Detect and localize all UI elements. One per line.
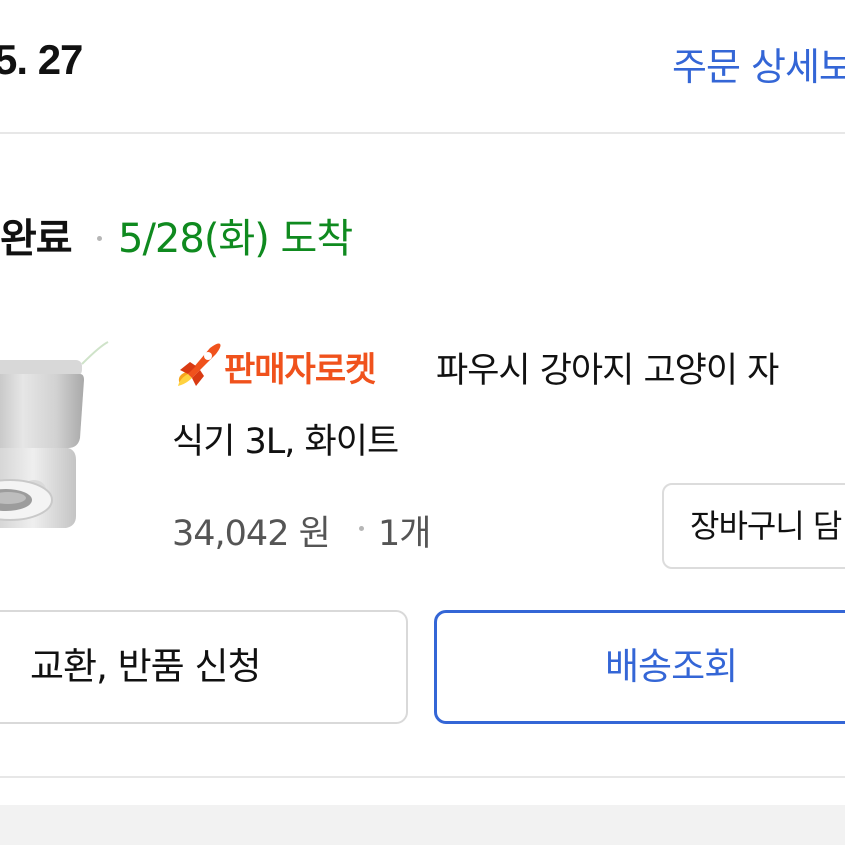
order-card: 5. 27 주문 상세보 완료 5/28(화) 도착 판매자로켓 파우시 강아지… [0, 0, 845, 805]
rocket-badge-label: 판매자로켓 [224, 350, 376, 390]
order-header: 5. 27 주문 상세보 [0, 0, 845, 132]
order-detail-link[interactable]: 주문 상세보 [672, 36, 845, 91]
arrival-date: 5/28(화) 도착 [118, 216, 353, 262]
track-delivery-button[interactable]: 배송조회 [434, 610, 845, 724]
order-date: 5. 27 [0, 36, 83, 83]
separator-dot [97, 236, 102, 241]
separator-dot [359, 526, 364, 531]
delivery-status: 완료 [0, 216, 73, 262]
add-to-cart-button[interactable]: 장바구니 담 [662, 483, 845, 569]
product-title-line2[interactable]: 식기 3L, 화이트 [172, 413, 399, 464]
exchange-return-button[interactable]: 교환, 반품 신청 [0, 610, 408, 724]
pet-feeder-product-image[interactable] [0, 320, 140, 560]
product-title-line1[interactable]: 파우시 강아지 고양이 자 [436, 342, 779, 393]
rocket-icon [170, 338, 224, 392]
product-quantity: 1개 [378, 514, 431, 554]
footer-divider [0, 776, 845, 778]
product-price: 34,042 원 [172, 514, 331, 554]
header-divider [0, 132, 845, 134]
